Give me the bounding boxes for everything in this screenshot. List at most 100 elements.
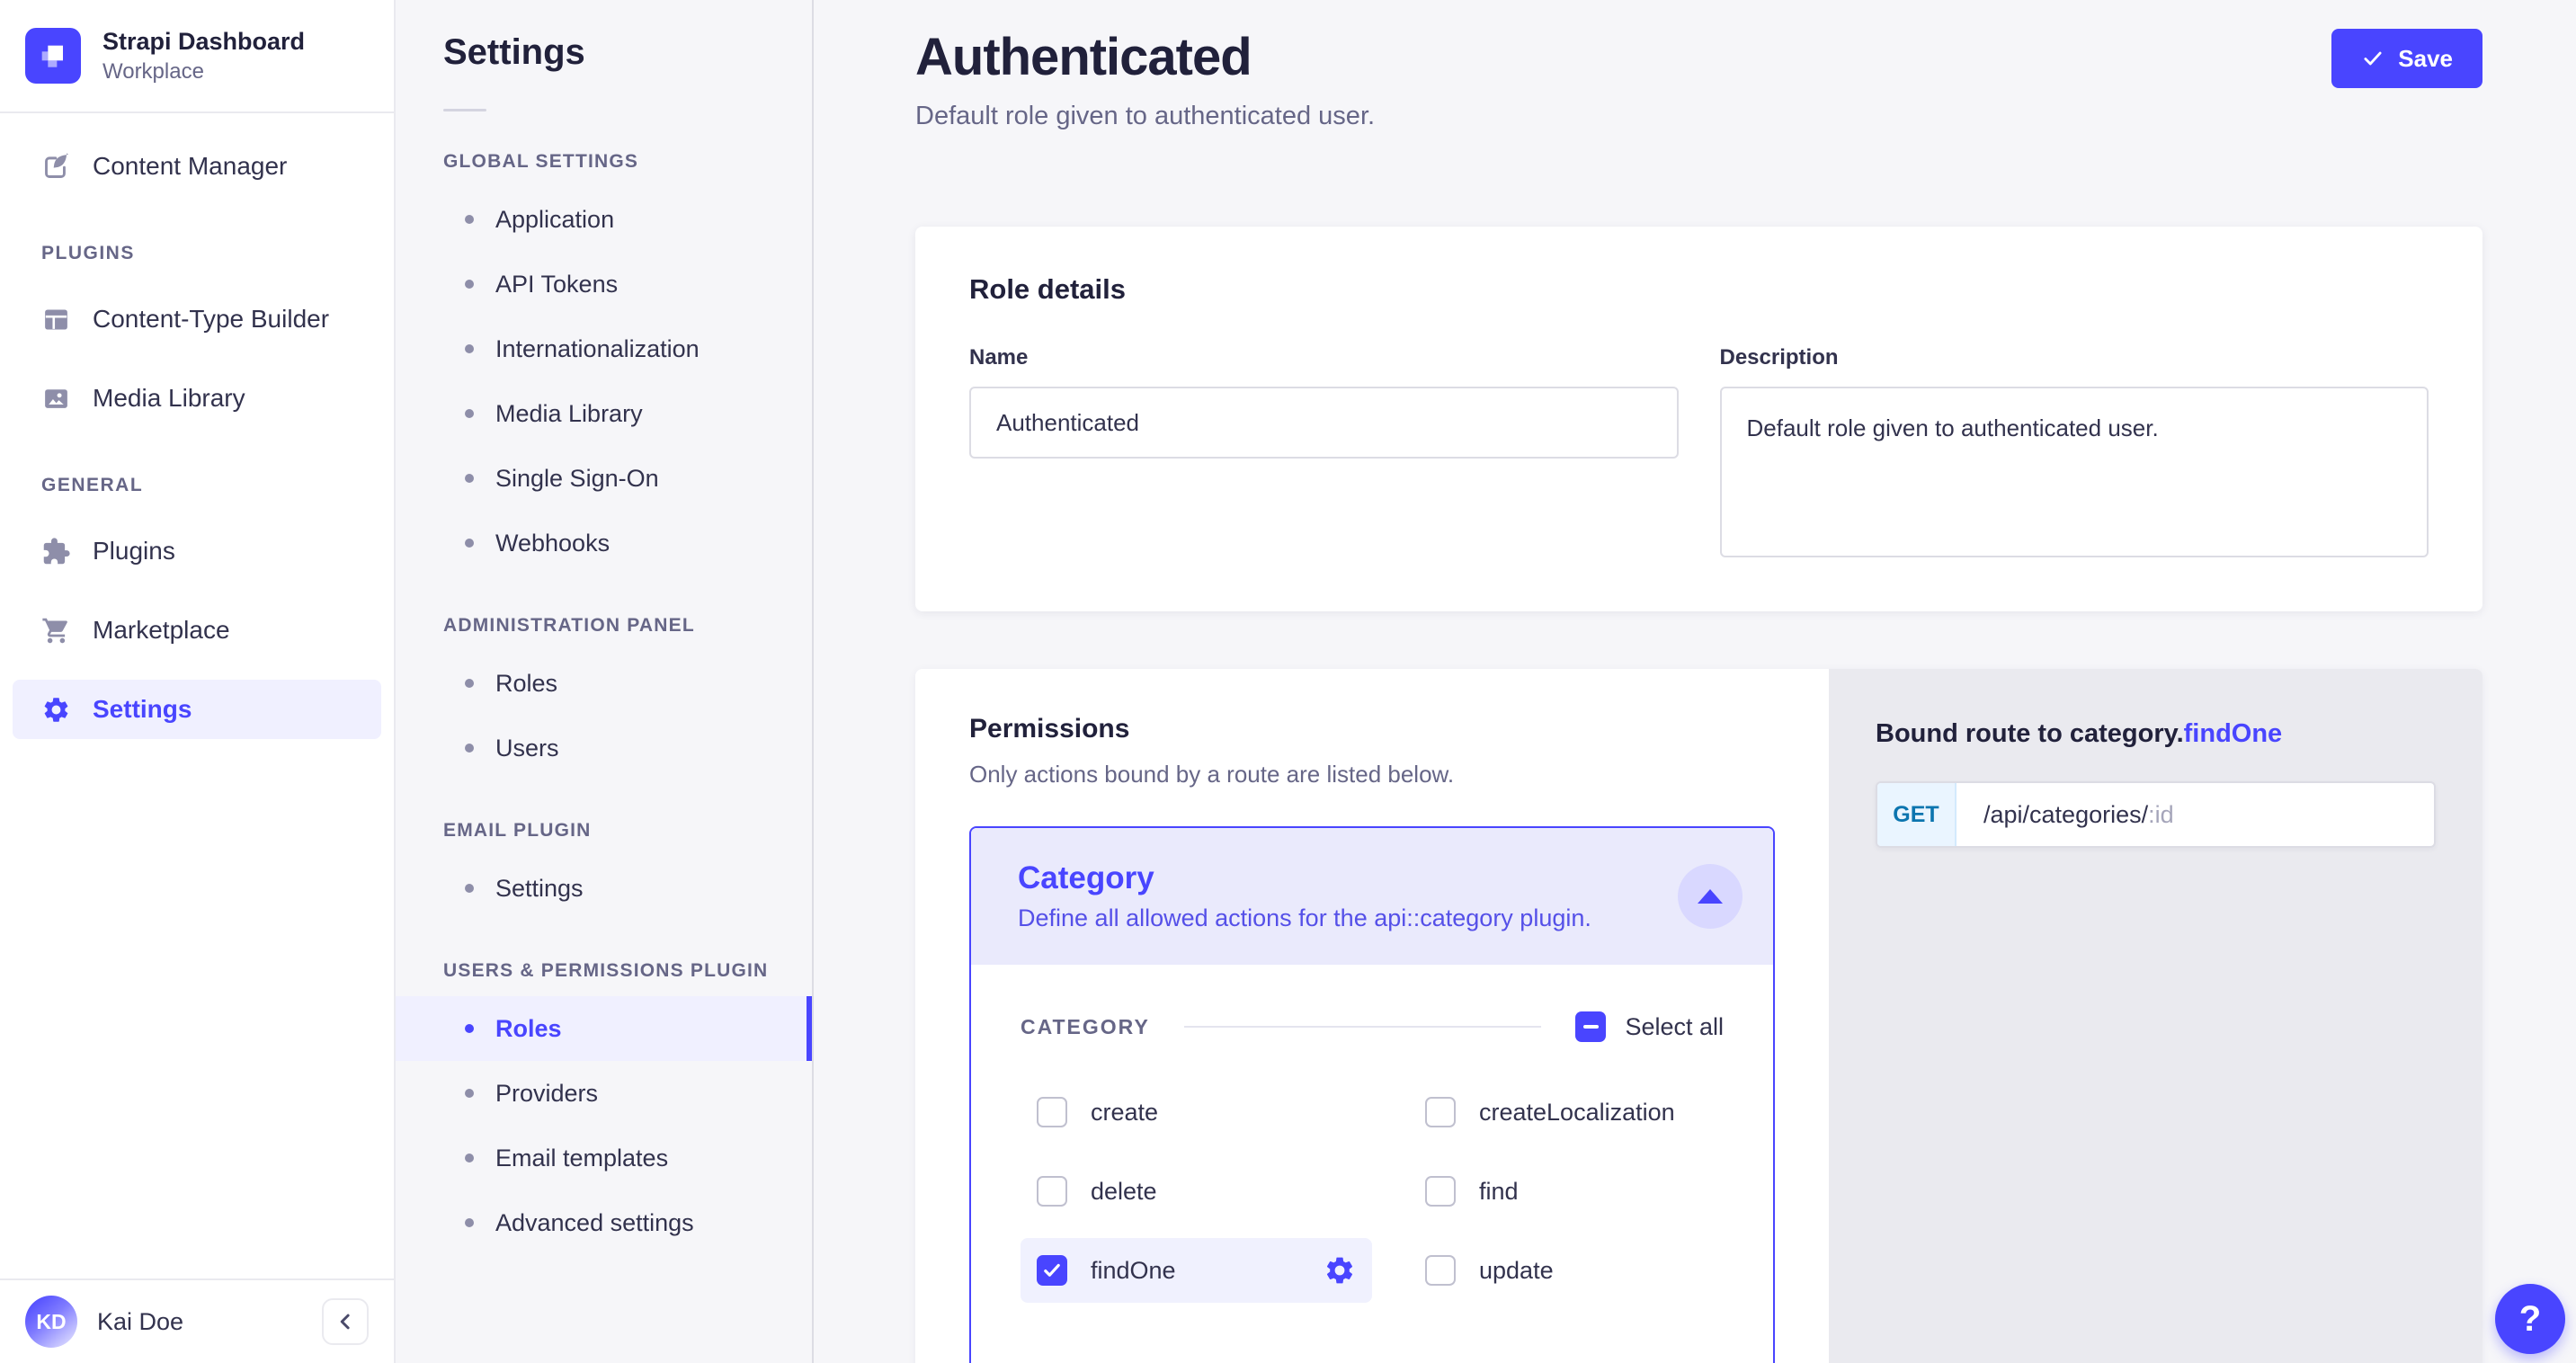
category-accordion-header[interactable]: Category Define all allowed actions for … xyxy=(971,828,1773,965)
permission-row-findone[interactable]: findOne xyxy=(1021,1238,1372,1303)
sidebar-item-settings[interactable]: Settings xyxy=(13,680,381,739)
sidebar-item-marketplace[interactable]: Marketplace xyxy=(13,601,381,660)
active-indicator-bar xyxy=(807,996,812,1061)
name-label: Name xyxy=(969,345,1028,370)
workspace-brand[interactable]: Strapi Dashboard Workplace xyxy=(0,0,394,113)
page-title: Authenticated xyxy=(915,27,1375,87)
select-all-checkbox[interactable] xyxy=(1575,1011,1606,1042)
bound-route-title: Bound route to category.findOne xyxy=(1876,719,2436,749)
sidebar-section-title: GENERAL xyxy=(0,475,394,496)
subnav-divider xyxy=(443,109,486,111)
role-details-card: Role details Name Description Default ro… xyxy=(915,227,2482,611)
help-button[interactable]: ? xyxy=(2495,1284,2565,1354)
permission-row-createlocalization[interactable]: createLocalization xyxy=(1409,1080,1724,1145)
category-accordion-title: Category xyxy=(1018,860,1726,896)
subnav-item-users-permissions-plugin-email-templates[interactable]: Email templates xyxy=(396,1126,812,1190)
permission-label: find xyxy=(1479,1178,1519,1206)
sidebar-item-content-type-builder[interactable]: Content-Type Builder xyxy=(13,290,381,349)
save-button-label: Save xyxy=(2398,45,2453,73)
category-accordion: Category Define all allowed actions for … xyxy=(969,826,1775,1363)
description-field-group: Description Default role given to authen… xyxy=(1720,345,2429,562)
bound-route-panel: Bound route to category.findOne GET /api… xyxy=(1829,669,2482,1363)
subnav-section-title: USERS & PERMISSIONS PLUGIN xyxy=(396,960,812,982)
sidebar-item-label: Media Library xyxy=(93,384,245,413)
subnav-item-email-plugin-settings[interactable]: Settings xyxy=(396,856,812,921)
permission-settings-button[interactable] xyxy=(1324,1254,1356,1287)
bullet-icon xyxy=(465,215,474,224)
subnav-section-items: Roles Users xyxy=(396,651,812,780)
main-sidebar: Strapi Dashboard Workplace Content Manag… xyxy=(0,0,396,1363)
subnav-item-global-settings-media-library[interactable]: Media Library xyxy=(396,381,812,446)
permission-checkbox[interactable] xyxy=(1037,1097,1067,1127)
indeterminate-icon xyxy=(1583,1025,1599,1029)
bound-route-title-prefix: Bound route to category. xyxy=(1876,719,2184,748)
subnav-item-global-settings-application[interactable]: Application xyxy=(396,187,812,252)
subnav-item-label: API Tokens xyxy=(495,271,618,298)
subnav-item-users-permissions-plugin-providers[interactable]: Providers xyxy=(396,1061,812,1126)
permission-checkbox[interactable] xyxy=(1425,1097,1456,1127)
main-content: Authenticated Default role given to auth… xyxy=(814,0,2576,1363)
subnav-item-users-permissions-plugin-roles[interactable]: Roles xyxy=(396,996,812,1061)
category-group-row: CATEGORY Select all xyxy=(1021,1011,1724,1042)
permission-row-update[interactable]: update xyxy=(1409,1238,1724,1303)
category-accordion-body: CATEGORY Select all create createLocaliz… xyxy=(971,965,1773,1352)
permission-checkbox[interactable] xyxy=(1425,1176,1456,1207)
permission-checkbox[interactable] xyxy=(1037,1255,1067,1286)
bullet-icon xyxy=(465,679,474,688)
chevron-left-icon xyxy=(332,1308,359,1335)
permissions-panel: Permissions Only actions bound by a rout… xyxy=(915,669,1829,1363)
subnav-item-administration-panel-users[interactable]: Users xyxy=(396,716,812,780)
save-button[interactable]: Save xyxy=(2331,29,2482,88)
gear-icon xyxy=(1324,1254,1356,1287)
bullet-icon xyxy=(465,1024,474,1033)
workspace-subtitle: Workplace xyxy=(103,59,305,85)
permission-checkbox[interactable] xyxy=(1037,1176,1067,1207)
sidebar-section: PLUGINS Content-Type Builder Media Libra… xyxy=(0,243,394,428)
subnav-item-global-settings-api-tokens[interactable]: API Tokens xyxy=(396,252,812,316)
name-input[interactable] xyxy=(969,387,1679,459)
bullet-icon xyxy=(465,1154,474,1163)
permission-row-find[interactable]: find xyxy=(1409,1159,1724,1224)
bullet-icon xyxy=(465,409,474,418)
subnav-item-users-permissions-plugin-advanced-settings[interactable]: Advanced settings xyxy=(396,1190,812,1255)
permission-checkbox[interactable] xyxy=(1425,1255,1456,1286)
sidebar-item-label: Content Manager xyxy=(93,152,287,181)
role-details-title: Role details xyxy=(969,273,2429,306)
sidebar-collapse-button[interactable] xyxy=(322,1298,369,1345)
chevron-up-icon xyxy=(1698,889,1723,904)
permission-label: createLocalization xyxy=(1479,1099,1675,1127)
bullet-icon xyxy=(465,280,474,289)
sidebar-item-plugins[interactable]: Plugins xyxy=(13,521,381,581)
subnav-item-global-settings-single-sign-on[interactable]: Single Sign-On xyxy=(396,446,812,511)
permissions-section: Permissions Only actions bound by a rout… xyxy=(915,669,2482,1363)
accordion-collapse-button[interactable] xyxy=(1678,864,1743,929)
description-textarea[interactable]: Default role given to authenticated user… xyxy=(1720,387,2429,557)
avatar[interactable]: KD xyxy=(25,1296,77,1348)
permissions-grid: create createLocalization delete find xyxy=(1021,1080,1724,1303)
permission-label: create xyxy=(1091,1099,1158,1127)
subnav-item-label: Media Library xyxy=(495,400,643,428)
subnav-section: EMAIL PLUGIN Settings xyxy=(396,820,812,921)
sidebar-footer: KD Kai Doe xyxy=(0,1278,394,1363)
subnav-item-global-settings-webhooks[interactable]: Webhooks xyxy=(396,511,812,575)
sidebar-item-content-manager[interactable]: Content Manager xyxy=(13,137,381,196)
permission-row-create[interactable]: create xyxy=(1021,1080,1409,1145)
content-type-builder-icon xyxy=(41,305,71,334)
permission-row-delete[interactable]: delete xyxy=(1021,1159,1409,1224)
subnav-item-global-settings-internationalization[interactable]: Internationalization xyxy=(396,316,812,381)
route-path-param: :id xyxy=(2148,801,2174,829)
subnav-item-label: Users xyxy=(495,735,559,762)
bound-route-box: GET /api/categories/:id xyxy=(1876,781,2436,848)
subnav-item-label: Single Sign-On xyxy=(495,465,659,493)
sidebar-item-media-library[interactable]: Media Library xyxy=(13,369,381,428)
bullet-icon xyxy=(465,474,474,483)
sidebar-item-label: Plugins xyxy=(93,537,175,566)
select-all-label: Select all xyxy=(1625,1013,1724,1041)
subnav-item-label: Settings xyxy=(495,875,584,903)
sidebar-item-label: Content-Type Builder xyxy=(93,305,329,334)
subnav-item-label: Application xyxy=(495,206,614,234)
subnav-item-administration-panel-roles[interactable]: Roles xyxy=(396,651,812,716)
subnav-section-items: Roles Providers Email templates Advanced… xyxy=(396,996,812,1255)
bullet-icon xyxy=(465,539,474,548)
user-name[interactable]: Kai Doe xyxy=(97,1308,302,1336)
